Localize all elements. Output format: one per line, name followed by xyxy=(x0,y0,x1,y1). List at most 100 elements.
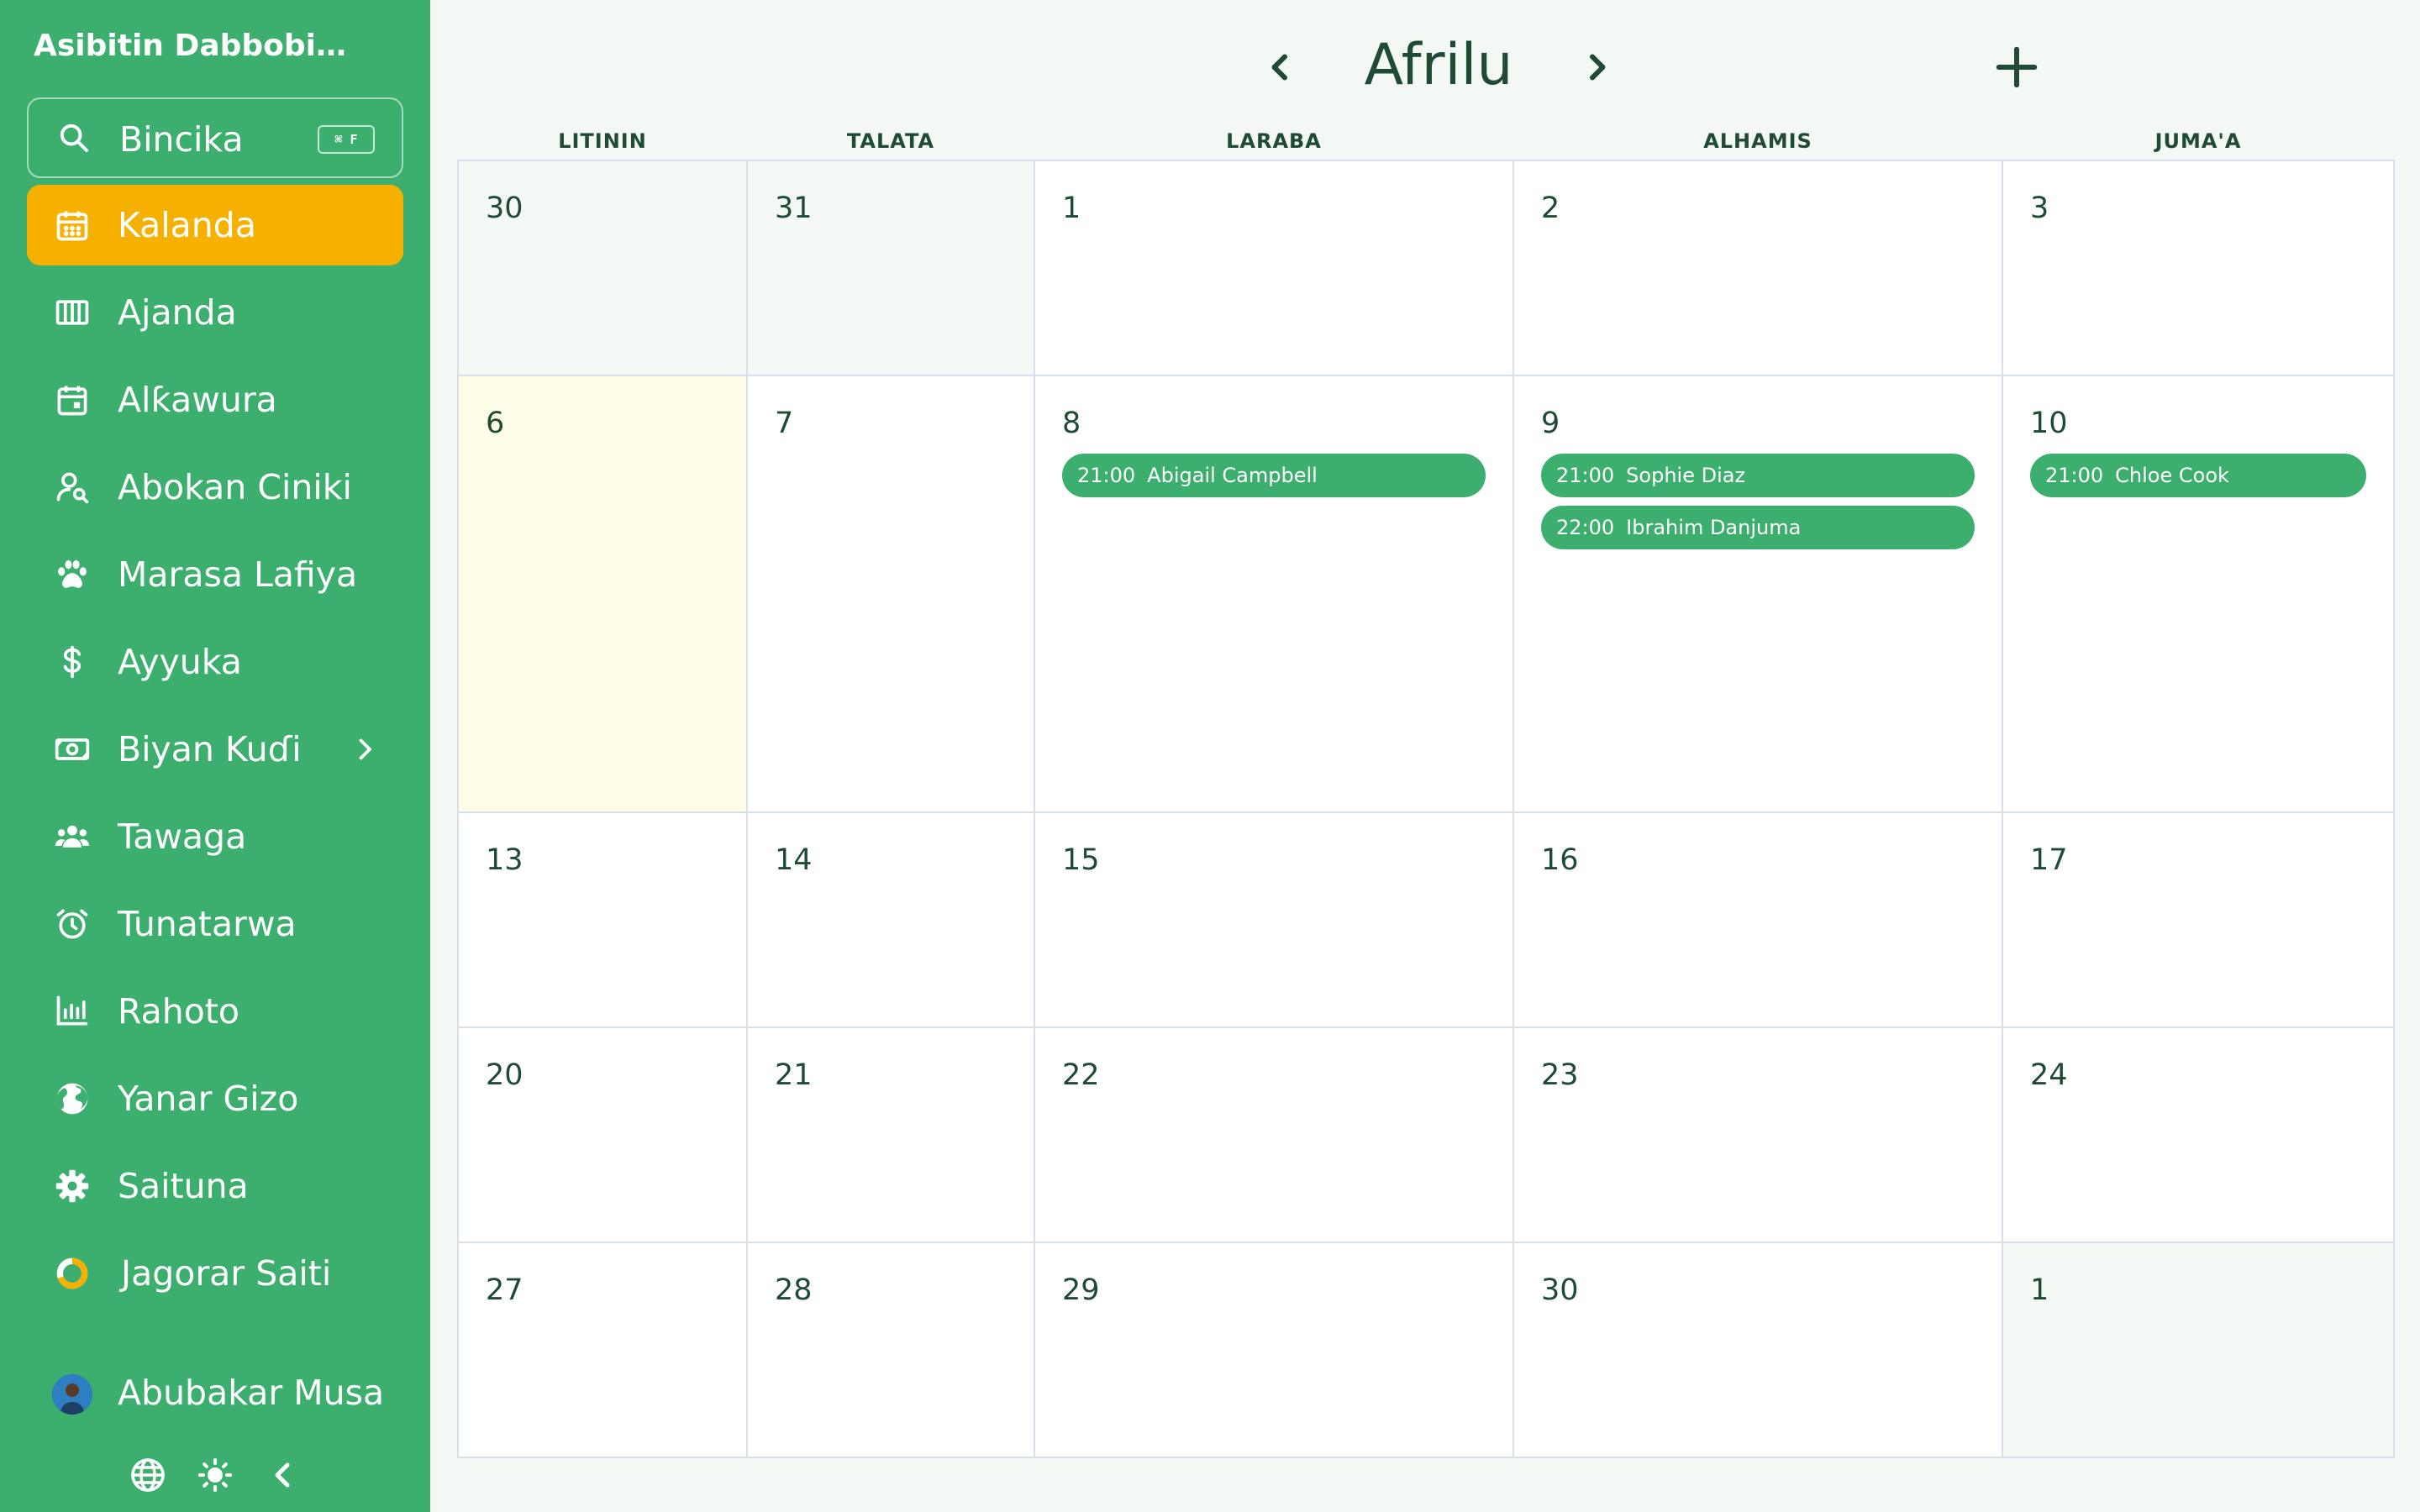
search-label: Bincika xyxy=(119,119,244,160)
day-number: 7 xyxy=(775,407,794,440)
day-cell[interactable]: 1 xyxy=(2003,1243,2393,1457)
day-cell[interactable]: 1 xyxy=(1035,161,1514,376)
event-title: Sophie Diaz xyxy=(1626,464,1746,487)
day-number: 31 xyxy=(775,192,813,225)
paw-icon xyxy=(58,559,87,588)
sidebar-item-biyan-kudi[interactable]: Biyan Kuɗi xyxy=(27,709,403,790)
sidebar-item-label: Alƙawura xyxy=(118,380,277,420)
day-number: 2 xyxy=(1541,192,1560,225)
sidebar-item-label: Marasa Lafiya xyxy=(118,554,358,595)
day-cell[interactable]: 30 xyxy=(459,161,748,376)
event-title: Ibrahim Danjuma xyxy=(1626,516,1802,539)
sidebar-item-rahoto[interactable]: Rahoto xyxy=(27,971,403,1052)
event-title: Chloe Cook xyxy=(2115,464,2229,487)
chevron-right-icon xyxy=(359,738,371,760)
sidebar-item-marasa-lafiya[interactable]: Marasa Lafiya xyxy=(27,534,403,615)
day-cell[interactable]: 16 xyxy=(1514,813,2003,1028)
gear-icon xyxy=(55,1169,89,1203)
day-cell[interactable]: 24 xyxy=(2003,1028,2393,1243)
sidebar-item-alkawura[interactable]: Alƙawura xyxy=(27,360,403,440)
day-cell[interactable]: 6 xyxy=(459,376,748,813)
sidebar-item-label: Ajanda xyxy=(118,292,237,333)
day-number: 3 xyxy=(2030,192,2049,225)
day-number: 16 xyxy=(1541,843,1579,877)
day-number: 23 xyxy=(1541,1058,1579,1092)
clinic-name: Asibitin Dabbobi M... xyxy=(34,29,353,63)
weekday-label: JUMA'A xyxy=(2154,129,2242,153)
event-pill[interactable]: 21:00 Abigail Campbell xyxy=(1062,454,1486,497)
dollar-icon xyxy=(63,645,82,679)
day-number: 14 xyxy=(775,843,813,877)
day-number: 1 xyxy=(1062,192,1081,225)
day-cell[interactable]: 21 xyxy=(748,1028,1035,1243)
sidebar-item-label: Jagorar Saiti xyxy=(121,1253,332,1294)
event-pill[interactable]: 21:00 Chloe Cook xyxy=(2030,454,2366,497)
event-time: 21:00 xyxy=(1556,464,1615,487)
day-cell[interactable]: 15 xyxy=(1035,813,1514,1028)
collapse-chevron-icon[interactable] xyxy=(262,1455,302,1495)
day-number: 13 xyxy=(486,843,523,877)
user-profile[interactable]: Abubakar Musa xyxy=(27,1361,403,1428)
day-number: 10 xyxy=(2030,407,2068,440)
sidebar-item-tawaga[interactable]: Tawaga xyxy=(27,796,403,877)
day-number: 15 xyxy=(1062,843,1100,877)
appointment-icon xyxy=(57,386,87,416)
day-cell[interactable]: 17 xyxy=(2003,813,2393,1028)
sidebar-item-label: Biyan Kuɗi xyxy=(118,729,302,769)
sidebar-footer-tools xyxy=(0,1448,430,1502)
event-time: 22:00 xyxy=(1556,516,1615,539)
sidebar-item-jagorar-saiti[interactable]: Jagorar Saiti xyxy=(27,1233,403,1314)
add-event-button[interactable] xyxy=(1991,42,2042,92)
sidebar-item-ayyuka[interactable]: Ayyuka xyxy=(27,622,403,702)
cash-icon xyxy=(55,738,90,760)
sidebar-item-label: Tunatarwa xyxy=(118,904,297,944)
weekday-label: LITININ xyxy=(558,129,647,153)
day-number: 30 xyxy=(1541,1273,1579,1307)
day-cell[interactable]: 8 21:00 Abigail Campbell xyxy=(1035,376,1514,813)
day-number: 1 xyxy=(2030,1273,2049,1307)
theme-sun-icon[interactable] xyxy=(195,1455,235,1495)
day-cell[interactable]: 7 xyxy=(748,376,1035,813)
event-pill[interactable]: 22:00 Ibrahim Danjuma xyxy=(1541,506,1975,549)
weekday-label: ALHAMIS xyxy=(1703,129,1812,153)
weekday-label: LARABA xyxy=(1226,129,1322,153)
language-globe-icon[interactable] xyxy=(128,1455,168,1495)
event-title: Abigail Campbell xyxy=(1147,464,1318,487)
sidebar-item-tunatarwa[interactable]: Tunatarwa xyxy=(27,884,403,964)
day-number: 9 xyxy=(1541,407,1560,440)
event-pill[interactable]: 21:00 Sophie Diaz xyxy=(1541,454,1975,497)
day-cell[interactable]: 14 xyxy=(748,813,1035,1028)
day-number: 21 xyxy=(775,1058,813,1092)
search-button[interactable]: Bincika ⌘ F xyxy=(27,97,403,178)
sidebar-item-kalanda[interactable]: Kalanda xyxy=(27,185,403,265)
day-number: 8 xyxy=(1062,407,1081,440)
day-cell[interactable]: 2 xyxy=(1514,161,2003,376)
day-cell[interactable]: 13 xyxy=(459,813,748,1028)
day-number: 24 xyxy=(2030,1058,2068,1092)
day-cell[interactable]: 20 xyxy=(459,1028,748,1243)
day-cell[interactable]: 3 xyxy=(2003,161,2393,376)
day-cell[interactable]: 30 xyxy=(1514,1243,2003,1457)
sidebar-item-abokan-ciniki[interactable]: Abokan Ciniki xyxy=(27,447,403,528)
day-cell[interactable]: 23 xyxy=(1514,1028,2003,1243)
day-number: 6 xyxy=(486,407,505,440)
day-number: 22 xyxy=(1062,1058,1100,1092)
day-cell[interactable]: 22 xyxy=(1035,1028,1514,1243)
sidebar-item-label: Rahoto xyxy=(118,991,239,1032)
prev-month-button[interactable] xyxy=(1255,42,1306,92)
sidebar-item-yanar-gizo[interactable]: Yanar Gizo xyxy=(27,1058,403,1139)
sidebar-item-ajanda[interactable]: Ajanda xyxy=(27,272,403,353)
day-cell[interactable]: 29 xyxy=(1035,1243,1514,1457)
day-cell[interactable]: 28 xyxy=(748,1243,1035,1457)
day-cell[interactable]: 31 xyxy=(748,161,1035,376)
next-month-button[interactable] xyxy=(1571,42,1622,92)
day-cell[interactable]: 27 xyxy=(459,1243,748,1457)
day-cell[interactable]: 10 21:00 Chloe Cook xyxy=(2003,376,2393,813)
month-title: Afrilu xyxy=(1364,32,1513,98)
sidebar: Asibitin Dabbobi M... Bincika ⌘ F Kaland… xyxy=(0,0,430,1512)
day-cell[interactable]: 9 21:00 Sophie Diaz 22:00 Ibrahim Danjuma xyxy=(1514,376,2003,813)
avatar xyxy=(52,1374,92,1415)
agenda-columns-icon xyxy=(55,300,89,325)
sidebar-item-saituna[interactable]: Saituna xyxy=(27,1146,403,1226)
day-number: 27 xyxy=(486,1273,523,1307)
